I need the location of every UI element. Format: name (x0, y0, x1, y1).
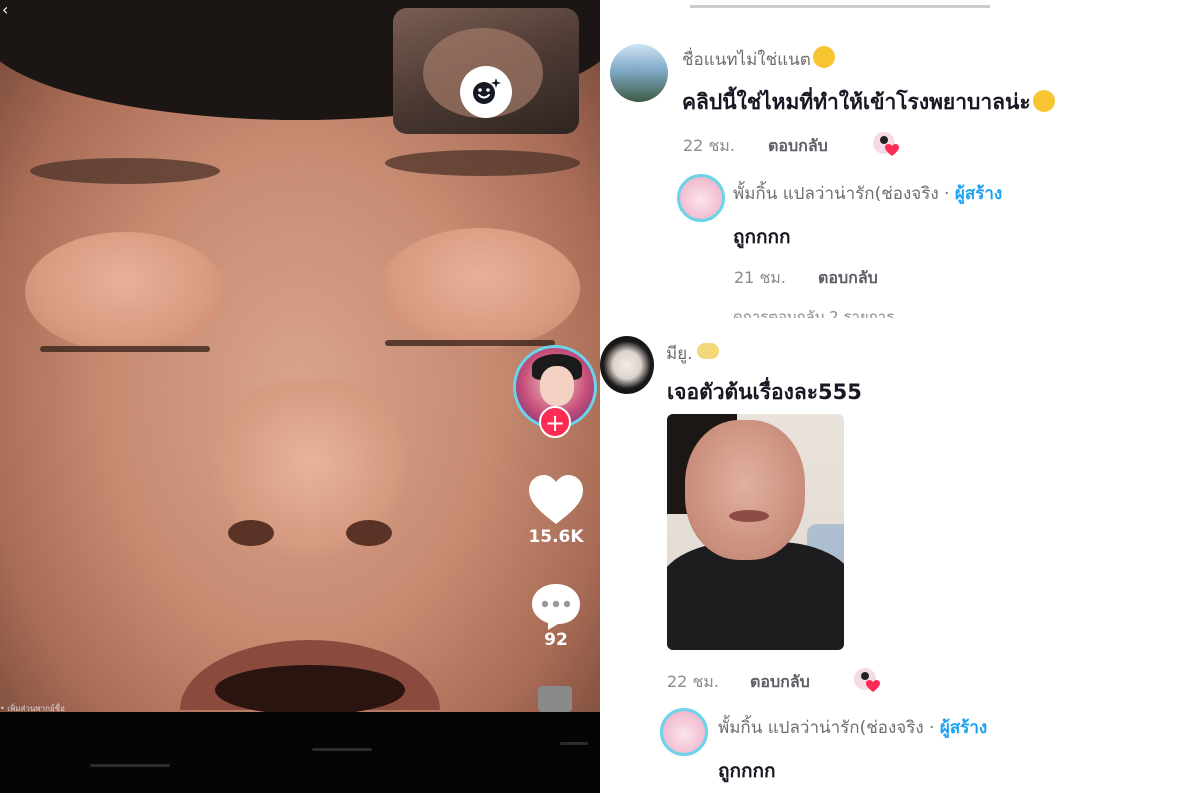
photo-face (685, 420, 805, 560)
reply-username[interactable]: พั้มกิ้น แปลว่าน่ารัก(ช่องจริง · ผู้สร้า… (733, 180, 1002, 207)
comment-username-text: มียู. (666, 344, 693, 364)
creator-avatar-face (540, 366, 574, 406)
video-mouth-inner (215, 665, 405, 712)
reply-time: 21 ชม. (734, 268, 786, 287)
reply-button[interactable]: ตอบกลับ (818, 266, 878, 291)
comment-text: เจอตัวต้นเรื่องละ555 (667, 380, 862, 404)
effects-button[interactable] (460, 66, 512, 118)
plus-icon: + (544, 409, 566, 437)
comment-username-text: ชื่อแนทไม่ใช่แนต (682, 50, 811, 70)
bottom-bar (0, 712, 600, 793)
smiley-sparkle-icon (473, 78, 501, 104)
dizzy-emoji-icon (696, 343, 719, 359)
heart-icon[interactable] (527, 474, 585, 526)
reply-text: ถูกกกก (733, 226, 791, 248)
follow-button[interactable]: + (539, 406, 571, 438)
bar-smudge (90, 764, 170, 767)
laughing-emoji-icon (1032, 90, 1055, 112)
video-right-brow (385, 150, 580, 176)
comment-username[interactable]: มียู. (666, 340, 719, 367)
comment-time: 22 ชม. (683, 136, 735, 155)
chevron-left-icon[interactable]: ‹ (2, 0, 8, 19)
bar-smudge (560, 742, 588, 745)
comment-time: 22 ชม. (667, 672, 719, 691)
video-left-nostril (228, 520, 274, 546)
speech-bubble-icon[interactable] (529, 582, 583, 632)
video-left-eyelid (25, 232, 225, 352)
comment-text-content: คลิปนี้ใช่ไหมที่ทำให้เข้าโรงพยาบาลน่ะ (682, 90, 1031, 114)
video-right-eye-line (385, 340, 555, 346)
reply-separator: · (938, 184, 955, 204)
comments-panel: ชื่อแนทไม่ใช่แนต คลิปนี้ใช่ไหมที่ทำให้เข… (600, 0, 1200, 793)
comment-count: 92 (544, 630, 568, 650)
video-right-nostril (346, 520, 392, 546)
previous-comment-cutoff (690, 0, 990, 8)
commenter-avatar[interactable] (610, 44, 668, 102)
creator-reply-avatar[interactable] (660, 708, 708, 756)
section-divider (600, 318, 1200, 326)
creator-liked-heart-icon (854, 668, 880, 692)
comment-username[interactable]: ชื่อแนทไม่ใช่แนต (682, 46, 835, 73)
reply-username[interactable]: พั้มกิ้น แปลว่าน่ารัก(ช่องจริง · ผู้สร้า… (718, 714, 987, 741)
video-left-eye-line (40, 346, 210, 352)
reply-text: ถูกกกก (718, 760, 776, 782)
reply-username-text: พั้มกิ้น แปลว่าน่ารัก(ช่องจริง (733, 184, 939, 204)
comment-photo[interactable] (667, 414, 844, 650)
sweat-smile-emoji-icon (812, 46, 835, 68)
video-left-brow (30, 158, 220, 184)
creator-reply-avatar[interactable] (677, 174, 725, 222)
photo-lips (729, 510, 769, 522)
creator-tag: ผู้สร้าง (954, 184, 1003, 204)
sound-disc[interactable] (538, 686, 572, 712)
video-player[interactable]: ‹ + 15.6K 92 • เพิ่มส่วนพากย์ชื่อ (0, 0, 600, 793)
reply-separator: · (923, 718, 940, 738)
reply-button[interactable]: ตอบกลับ (750, 670, 810, 695)
reply-button[interactable]: ตอบกลับ (768, 134, 828, 159)
creator-tag: ผู้สร้าง (939, 718, 988, 738)
reply-username-text: พั้มกิ้น แปลว่าน่ารัก(ช่องจริง (718, 718, 924, 738)
bar-smudge (312, 748, 372, 751)
like-count: 15.6K (528, 527, 584, 547)
comment-text: คลิปนี้ใช่ไหมที่ทำให้เข้าโรงพยาบาลน่ะ (682, 86, 1055, 119)
video-right-eyelid (380, 228, 580, 348)
creator-liked-heart-icon (873, 132, 899, 156)
commenter-avatar[interactable] (600, 336, 654, 394)
